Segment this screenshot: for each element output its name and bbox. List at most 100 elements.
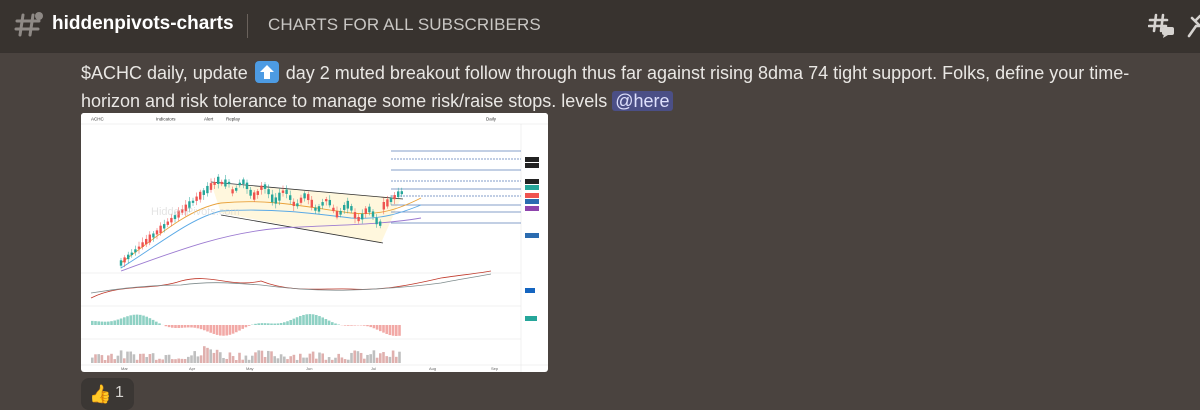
volume-bar xyxy=(126,352,129,363)
histogram-bar xyxy=(267,323,270,325)
candle xyxy=(167,218,169,227)
volume-bar xyxy=(337,354,340,363)
month-label: Mar xyxy=(121,366,129,371)
volume-bars xyxy=(91,346,401,363)
histogram-bar xyxy=(305,314,308,325)
alert-button: Alert xyxy=(204,117,214,122)
histogram-bar xyxy=(184,325,187,328)
histogram-bar xyxy=(248,325,251,326)
histogram-bar xyxy=(241,325,244,329)
histogram-bar xyxy=(97,321,100,325)
histogram-bar xyxy=(158,323,161,325)
volume-bar xyxy=(206,348,209,363)
volume-bar xyxy=(302,358,305,363)
volume-bar xyxy=(165,355,168,363)
volume-bar xyxy=(257,350,260,363)
volume-bar xyxy=(347,360,350,363)
volume-bar xyxy=(270,351,273,363)
histogram-bar xyxy=(309,314,312,325)
volume-bar xyxy=(238,353,241,363)
histogram-bar xyxy=(350,325,353,326)
volume-bar xyxy=(104,360,107,363)
histogram-bar xyxy=(264,323,267,325)
candle xyxy=(131,249,133,258)
histogram-bar xyxy=(363,325,366,326)
histogram-bar xyxy=(190,325,193,327)
histogram-bar xyxy=(206,325,209,331)
histogram-bar xyxy=(321,317,324,325)
volume-bar xyxy=(245,356,248,363)
histogram-bar xyxy=(91,321,94,325)
candle xyxy=(127,252,129,264)
histogram-bar xyxy=(94,321,97,325)
volume-bar xyxy=(213,353,216,363)
histogram-bar xyxy=(117,320,120,325)
histogram-bar xyxy=(369,325,372,327)
volume-bar xyxy=(129,352,132,363)
volume-bar xyxy=(241,360,244,363)
thumbs-up-icon: 👍 xyxy=(89,383,111,405)
thumbs-up-reaction[interactable]: 👍 1 xyxy=(81,378,134,410)
volume-bar xyxy=(251,356,254,363)
volume-bar xyxy=(110,354,113,363)
volume-bar xyxy=(174,359,177,363)
volume-bar xyxy=(155,360,158,363)
volume-bar xyxy=(232,356,235,363)
histogram-bar xyxy=(219,325,222,336)
histogram-bar xyxy=(315,315,318,325)
volume-bar xyxy=(273,356,276,363)
histogram-bar xyxy=(277,323,280,325)
volume-bar xyxy=(350,353,353,363)
volume-bar xyxy=(197,356,200,363)
volume-bar xyxy=(366,355,369,363)
volume-bar xyxy=(398,352,401,363)
volume-bar xyxy=(229,352,232,363)
histogram-bar xyxy=(136,315,139,325)
histogram-bar xyxy=(232,325,235,334)
volume-bar xyxy=(193,351,196,363)
volume-bar xyxy=(254,352,257,363)
volume-bar xyxy=(296,360,299,363)
volume-bar xyxy=(277,358,280,363)
volume-bar xyxy=(264,357,267,363)
volume-bar xyxy=(312,352,315,363)
chart-image-attachment[interactable]: ACHC Indicators Alert Replay Daily xyxy=(81,113,548,372)
channel-hash-icon xyxy=(14,10,44,40)
indicators-button: Indicators xyxy=(156,117,176,122)
histogram-bar xyxy=(382,325,385,333)
volume-bar xyxy=(293,355,296,363)
message-content: $ACHC daily, update day 2 muted breakout… xyxy=(81,59,1186,115)
macd-histogram xyxy=(91,314,401,336)
volume-bar xyxy=(392,351,395,363)
candle xyxy=(149,231,151,245)
volume-bar xyxy=(120,350,123,363)
volume-bar xyxy=(395,357,398,363)
chart-watermark: HiddenPivots.com xyxy=(151,206,240,218)
here-mention[interactable]: @here xyxy=(612,91,672,111)
volume-bar xyxy=(117,356,120,363)
header-divider xyxy=(247,14,248,38)
threads-icon[interactable] xyxy=(1148,12,1176,40)
histogram-bar xyxy=(280,323,283,325)
volume-bar xyxy=(203,346,206,363)
volume-bar xyxy=(267,351,270,363)
candle xyxy=(195,193,197,206)
histogram-bar xyxy=(225,325,228,335)
volume-bar xyxy=(325,360,328,363)
candle xyxy=(156,228,158,239)
histogram-bar xyxy=(312,314,315,325)
channel-topic[interactable]: CHARTS FOR ALL SUBSCRIBERS xyxy=(268,15,541,35)
histogram-bar xyxy=(344,325,347,326)
volume-bar xyxy=(91,358,94,363)
volume-bar xyxy=(209,349,212,363)
up-arrow-emoji xyxy=(255,61,279,83)
histogram-bar xyxy=(113,320,116,325)
histogram-bar xyxy=(254,324,257,325)
month-label: Apr xyxy=(189,366,196,371)
pin-icon[interactable] xyxy=(1186,12,1200,40)
volume-bar xyxy=(149,354,152,363)
volume-bar xyxy=(190,355,193,363)
histogram-bar xyxy=(379,325,382,331)
volume-bar xyxy=(341,357,344,363)
volume-bar xyxy=(305,358,308,363)
